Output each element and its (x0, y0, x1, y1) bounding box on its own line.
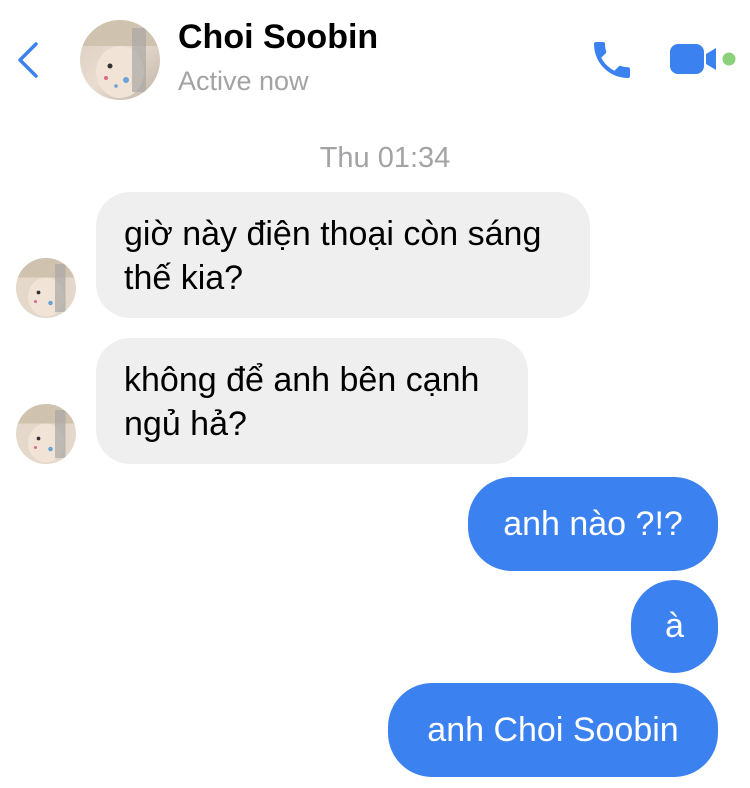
incoming-message-bubble[interactable]: giờ này điện thoại còn sáng thế kia? (96, 192, 590, 318)
sender-avatar[interactable] (16, 404, 76, 464)
avatar-photo (80, 20, 160, 100)
contact-avatar[interactable] (80, 20, 160, 100)
contact-name[interactable]: Choi Soobin (178, 18, 378, 57)
outgoing-message-bubble[interactable]: anh nào ?!? (468, 477, 718, 571)
avatar-photo (16, 258, 76, 318)
avatar-photo (16, 404, 76, 464)
message-timestamp: Thu 01:34 (319, 142, 451, 174)
sender-avatar[interactable] (16, 258, 76, 318)
back-button[interactable] (12, 38, 48, 82)
active-dot (722, 52, 736, 66)
outgoing-message-bubble[interactable]: à (631, 580, 718, 673)
voice-call-button[interactable] (588, 36, 636, 84)
incoming-message-bubble[interactable]: không để anh bên cạnh ngủ hả? (96, 338, 528, 464)
outgoing-message-bubble[interactable]: anh Choi Soobin (388, 683, 718, 777)
active-status: Active now (178, 66, 309, 96)
chat-header: Choi Soobin Active now (0, 0, 750, 120)
chevron-left-icon (18, 42, 38, 78)
phone-icon (594, 42, 630, 78)
active-dot-icon (722, 52, 736, 66)
video-call-button[interactable] (668, 40, 740, 80)
